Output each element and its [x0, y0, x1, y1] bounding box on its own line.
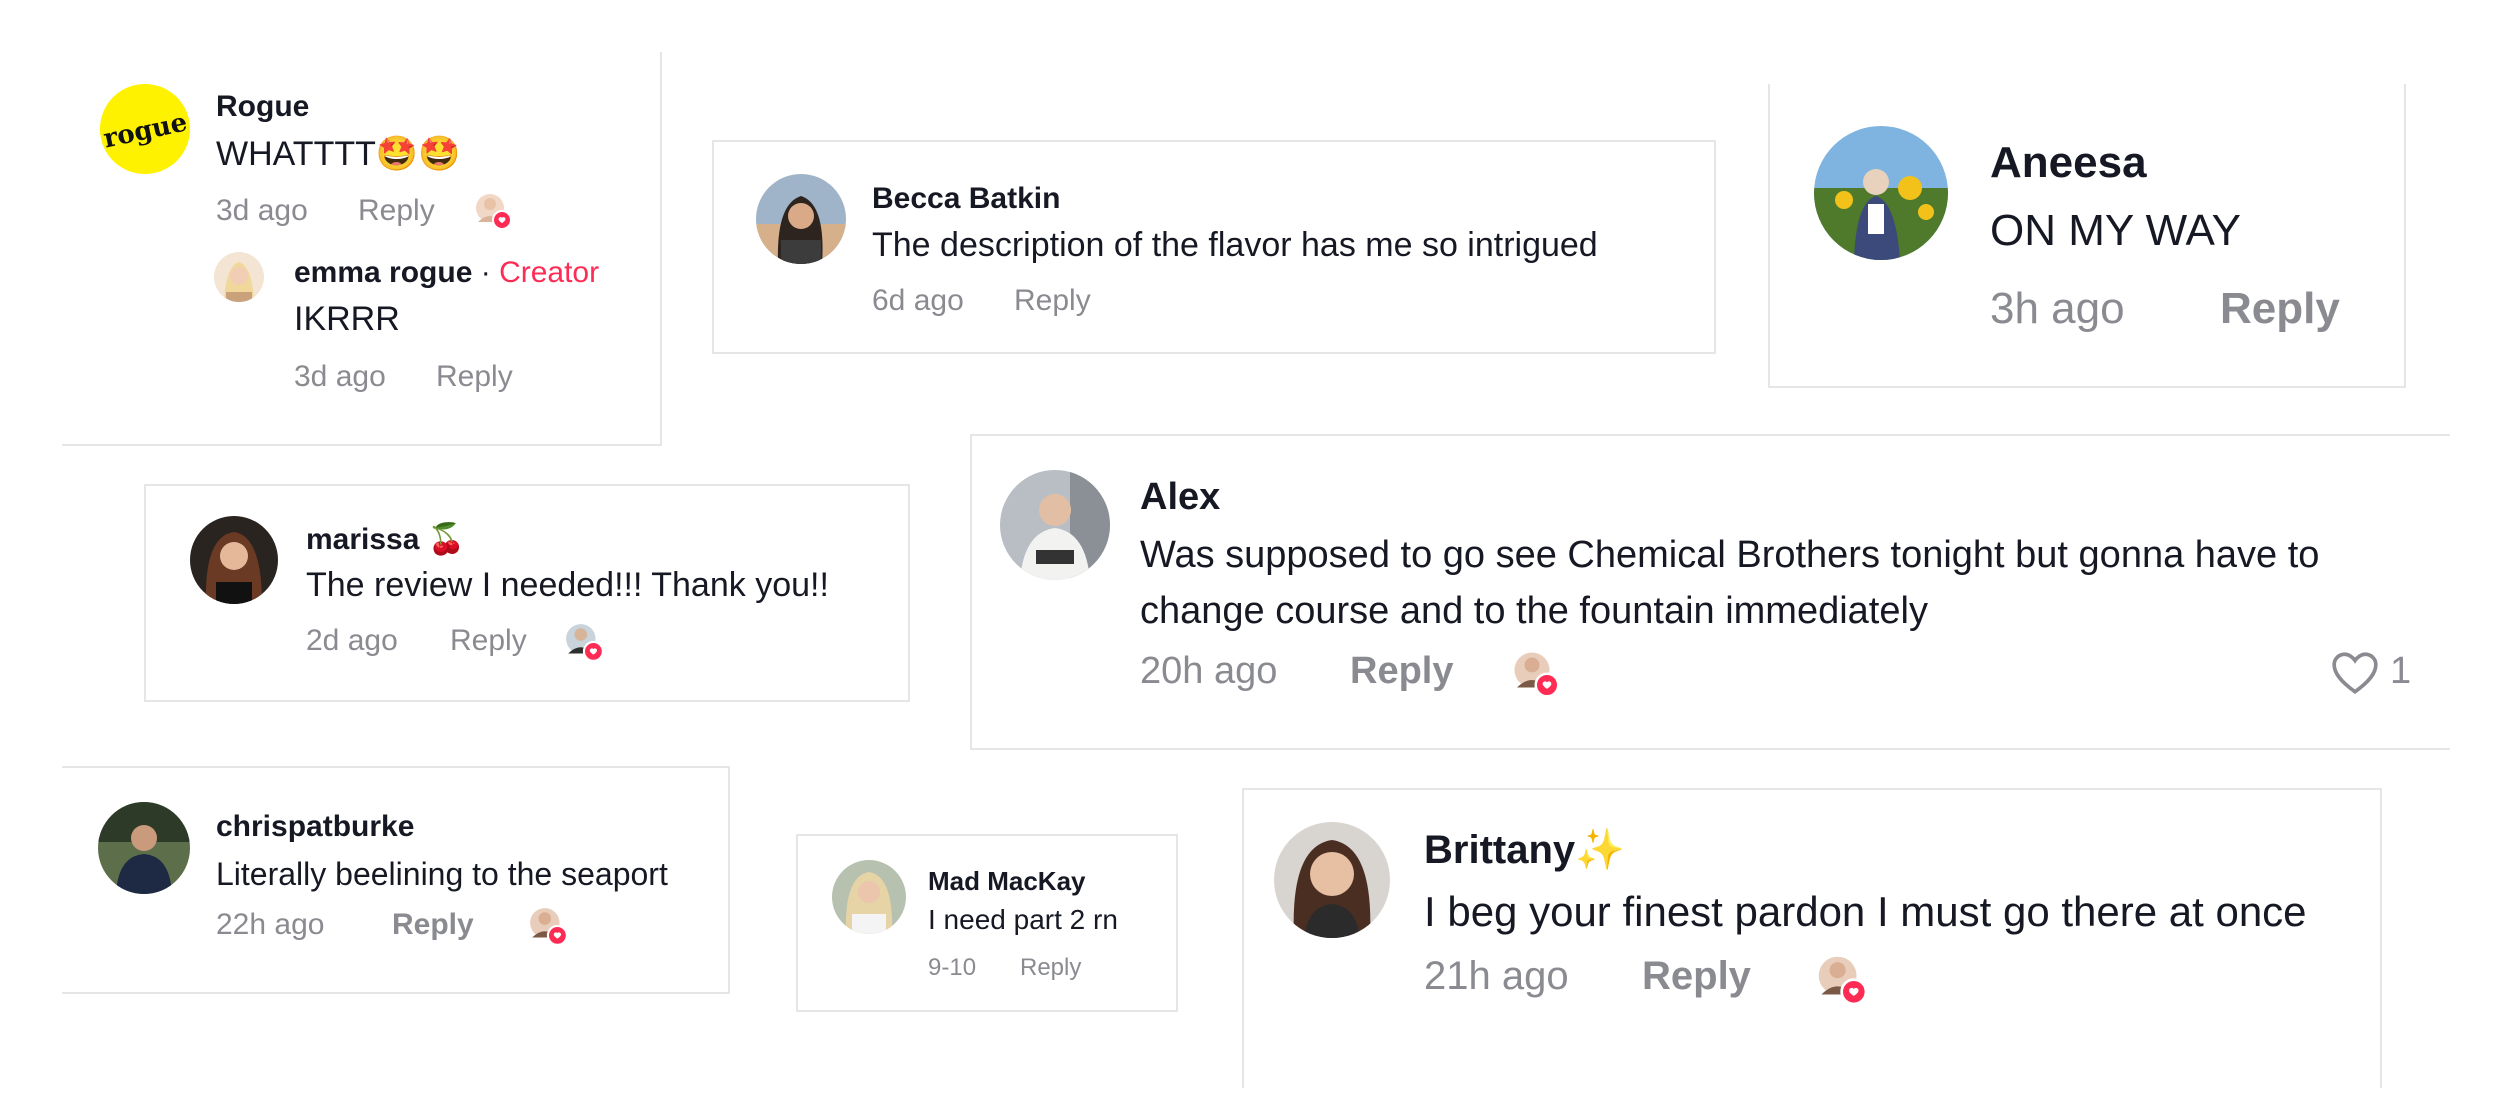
reply-button[interactable]: Reply	[358, 194, 435, 228]
reply-author-name[interactable]: emma rogue	[294, 256, 472, 289]
like-button[interactable]	[2330, 650, 2386, 700]
avatar[interactable]	[832, 860, 906, 934]
comment-card-brittany	[1242, 788, 2382, 1088]
comment-text: I need part 2 rn	[928, 904, 1118, 935]
reply-button[interactable]: Reply	[1014, 284, 1091, 318]
creator-badge: Creator	[499, 256, 600, 289]
reply-button[interactable]: Reply	[436, 360, 513, 394]
avatar[interactable]	[1814, 126, 1948, 260]
comment-time: 21h ago	[1424, 954, 1569, 998]
reply-author[interactable]: emma rogue · Creator	[294, 256, 599, 290]
comment-time: 2d ago	[306, 624, 398, 657]
avatar[interactable]	[756, 174, 846, 264]
reply-time: 3d ago	[294, 360, 386, 393]
comment-time: 22h ago	[216, 908, 325, 941]
comment-author[interactable]: Brittany✨	[1424, 826, 1625, 873]
avatar[interactable]	[1274, 822, 1390, 938]
comment-author[interactable]: Rogue	[216, 90, 309, 124]
reply-text: IKRRR	[294, 300, 400, 338]
liked-by-creator-icon	[1512, 650, 1562, 700]
comment-author[interactable]: Aneesa	[1990, 138, 2147, 188]
comment-text: WHATTTT🤩🤩	[216, 135, 461, 173]
comment-text: ON MY WAY	[1990, 206, 2241, 255]
liked-by-creator-icon	[474, 192, 514, 232]
avatar[interactable]	[98, 802, 190, 894]
comment-author[interactable]: Becca Batkin	[872, 182, 1060, 216]
comment-text: The description of the flavor has me so …	[872, 226, 1598, 264]
reply-button[interactable]: Reply	[1350, 650, 1453, 693]
separator: ·	[472, 256, 500, 289]
comment-time: 9-10	[928, 954, 977, 981]
liked-by-creator-icon	[528, 906, 570, 948]
reply-button[interactable]: Reply	[1642, 954, 1751, 999]
comment-text-line-2: change course and to the fountain immedi…	[1140, 590, 1928, 632]
comment-author[interactable]: marissa 🍒	[306, 522, 465, 557]
rogue-logo-avatar[interactable]: rogue	[100, 84, 190, 174]
comment-text-line-1: Was supposed to go see Chemical Brothers…	[1140, 534, 2320, 576]
comment-time: 20h ago	[1140, 650, 1278, 692]
comment-text: I beg your finest pardon I must go there…	[1424, 888, 2307, 935]
avatar[interactable]	[190, 516, 278, 604]
reply-button[interactable]: Reply	[1020, 954, 1081, 982]
heart-outline-icon	[2332, 652, 2378, 694]
reply-button[interactable]: Reply	[450, 624, 527, 658]
avatar[interactable]	[1000, 470, 1110, 580]
like-count: 1	[2390, 650, 2412, 692]
comment-author[interactable]: chrispatburke	[216, 810, 414, 844]
liked-by-creator-icon	[564, 622, 606, 664]
comment-time: 6d ago	[872, 284, 964, 317]
reply-button[interactable]: Reply	[2220, 284, 2340, 334]
comment-time: 3d ago	[216, 194, 308, 227]
comment-time: 3h ago	[1990, 284, 2125, 333]
comment-text: Literally beelining to the seaport	[216, 856, 668, 892]
comment-author[interactable]: Mad MacKay	[928, 866, 1086, 897]
comment-text: The review I needed!!! Thank you!!	[306, 566, 829, 604]
comment-author[interactable]: Alex	[1140, 476, 1220, 519]
liked-by-creator-icon	[1816, 954, 1870, 1008]
avatar[interactable]	[214, 252, 264, 302]
reply-button[interactable]: Reply	[392, 908, 474, 942]
